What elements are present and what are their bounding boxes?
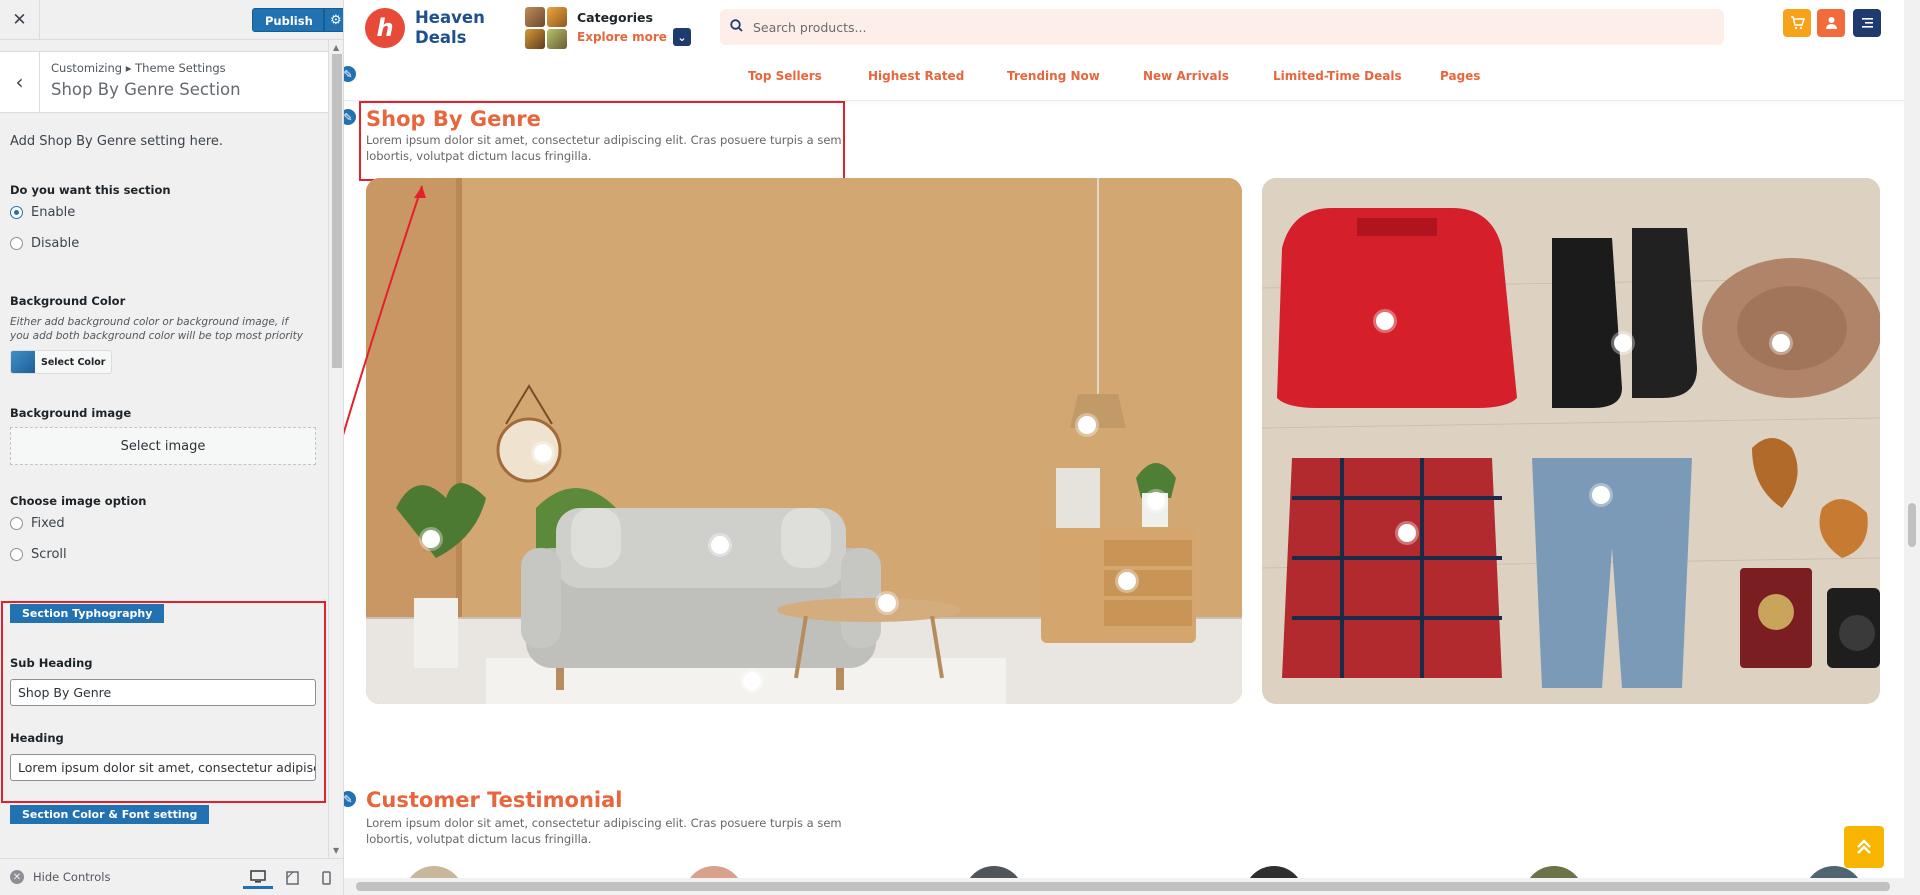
search-bar[interactable]: Search products... [720, 9, 1724, 45]
product-hotspot[interactable] [1078, 416, 1096, 434]
fashion-flatlay-image[interactable] [1262, 178, 1880, 704]
section-description: Add Shop By Genre setting here. [10, 134, 224, 149]
site-preview: h Heaven Deals Categories Explore more ⌄ [344, 0, 1920, 895]
desktop-preview-icon[interactable] [243, 867, 273, 889]
product-hotspot[interactable] [1614, 334, 1632, 352]
hide-controls-label: Hide Controls [33, 870, 111, 884]
disable-radio[interactable]: Disable [10, 236, 79, 251]
back-arrow-icon[interactable]: ‹ [0, 52, 40, 112]
product-hotspot[interactable] [1398, 524, 1416, 542]
customizer-footer: ✕ Hide Controls [0, 858, 343, 895]
radio-unchecked-icon[interactable] [10, 517, 23, 530]
select-color-label: Select Color [41, 357, 106, 368]
radio-checked-icon[interactable] [10, 206, 23, 219]
radio-unchecked-icon[interactable] [10, 548, 23, 561]
product-hotspot[interactable] [1592, 486, 1610, 504]
background-color-note: Either add background color or backgroun… [10, 316, 303, 342]
close-icon[interactable]: ✕ [0, 0, 40, 40]
scrollbar-thumb[interactable] [332, 54, 342, 368]
fixed-radio[interactable]: Fixed [10, 516, 65, 531]
publish-button[interactable]: Publish [252, 8, 324, 32]
product-hotspot[interactable] [1376, 312, 1394, 330]
scroll-to-top-button[interactable] [1844, 826, 1884, 868]
hide-controls-button[interactable]: ✕ Hide Controls [10, 870, 110, 884]
testimonial-title: Customer Testimonial [366, 788, 623, 812]
product-hotspot[interactable] [878, 594, 896, 612]
image-option-label: Choose image option [10, 494, 147, 508]
publish-button-group: Publish ⚙ [252, 8, 343, 32]
scrollbar-thumb[interactable] [1908, 503, 1916, 547]
sidebar-scrollbar[interactable]: ▲ ▼ [328, 40, 343, 858]
radio-unchecked-icon[interactable] [10, 237, 23, 250]
section-header: ‹ Customizing ▸ Theme Settings Shop By G… [0, 51, 328, 113]
background-color-label: Background Color [10, 294, 126, 308]
fixed-radio-label: Fixed [31, 516, 65, 531]
menu-icon[interactable] [1853, 9, 1881, 37]
annotation-highlight-box [1, 601, 326, 803]
nav-trending-now[interactable]: Trending Now [1007, 69, 1100, 83]
scrollbar-thumb[interactable] [356, 882, 1890, 891]
annotation-arrow-icon [344, 185, 426, 436]
product-hotspot[interactable] [1147, 492, 1165, 510]
scroll-radio[interactable]: Scroll [10, 547, 67, 562]
collapse-icon: ✕ [10, 870, 24, 884]
testimonial-description: Lorem ipsum dolor sit amet, consectetur … [366, 816, 842, 846]
product-hotspot[interactable] [1772, 334, 1790, 352]
mobile-preview-icon[interactable] [311, 867, 341, 889]
user-icon[interactable] [1817, 9, 1845, 37]
horizontal-scrollbar[interactable] [344, 878, 1904, 895]
color-swatch [11, 351, 35, 373]
color-font-tag[interactable]: Section Color & Font setting [10, 805, 210, 824]
select-color-button[interactable]: Select Color [10, 350, 113, 374]
enable-section-label: Do you want this section [10, 183, 171, 197]
vertical-scrollbar[interactable] [1904, 0, 1920, 895]
scroll-radio-label: Scroll [31, 547, 67, 562]
customizer-sidebar: ✕ Publish ⚙ ‹ Customizing ▸ Theme Settin… [0, 0, 344, 895]
scroll-up-icon[interactable]: ▲ [333, 43, 339, 52]
nav-pages[interactable]: Pages [1440, 69, 1480, 83]
customizer-header-bar: ✕ Publish ⚙ [0, 0, 343, 40]
select-image-button[interactable]: Select image [10, 427, 316, 465]
tablet-preview-icon[interactable] [277, 867, 307, 889]
product-hotspot[interactable] [1118, 572, 1136, 590]
breadcrumb: Customizing ▸ Theme Settings [51, 61, 226, 75]
gear-icon[interactable]: ⚙ [323, 8, 343, 32]
background-image-label: Background image [10, 406, 132, 420]
nav-new-arrivals[interactable]: New Arrivals [1143, 69, 1229, 83]
section-title: Shop By Genre Section [51, 80, 241, 99]
disable-radio-label: Disable [31, 236, 80, 251]
cart-icon[interactable] [1783, 9, 1811, 37]
nav-limited-time-deals[interactable]: Limited-Time Deals [1273, 69, 1402, 83]
enable-radio[interactable]: Enable [10, 205, 75, 220]
scroll-down-icon[interactable]: ▼ [333, 846, 339, 855]
nav-highest-rated[interactable]: Highest Rated [868, 69, 964, 83]
enable-radio-label: Enable [31, 205, 76, 220]
